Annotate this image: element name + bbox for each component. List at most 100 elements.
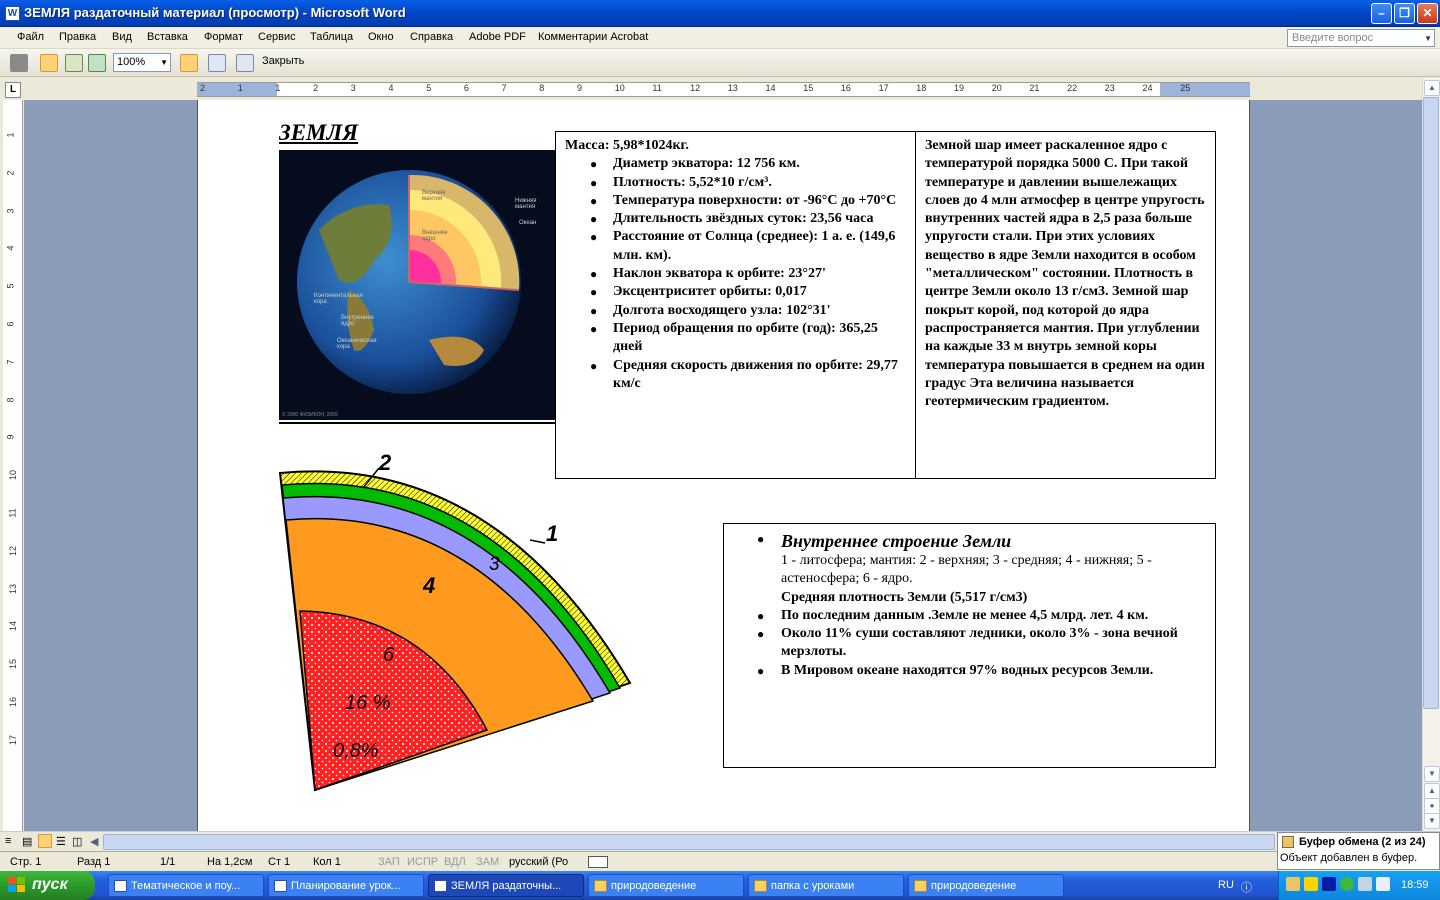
diagram-label-4: 4 (423, 573, 436, 598)
ruler-number: 14 (8, 621, 19, 632)
status-pages: 1/1 (160, 856, 176, 868)
tab-selector[interactable]: L (5, 82, 21, 98)
minimize-button[interactable]: – (1371, 3, 1392, 24)
shrink-to-fit-icon[interactable] (208, 54, 226, 72)
help-question-input[interactable]: Введите вопрос ▼ (1287, 29, 1435, 47)
status-page: Стр. 1 (10, 856, 42, 868)
status-extend[interactable]: ВДЛ (444, 856, 466, 868)
ruler-number: 15 (803, 83, 814, 93)
language-indicator[interactable]: RU (1218, 879, 1234, 891)
zoom-select[interactable]: 100% ▼ (113, 53, 171, 72)
word-doc-icon (274, 880, 287, 892)
web-view-icon[interactable]: ▤ (22, 835, 32, 848)
taskbar-item-word-active[interactable]: ЗЕМЛЯ раздаточны... (428, 874, 584, 897)
maximize-button[interactable]: ❐ (1394, 3, 1415, 24)
select-browse-object-icon[interactable]: ● (1424, 798, 1440, 814)
menu-adobe-pdf[interactable]: Adobe PDF (469, 31, 526, 43)
earth-layers-diagram: 2 1 3 4 6 16 % 0,8% (275, 448, 645, 798)
earth-cutaway-svg (297, 170, 521, 394)
ruler-number: 6 (5, 321, 16, 327)
clipboard-tray-icon[interactable] (1286, 877, 1300, 891)
ruler-number: 3 (5, 208, 16, 214)
taskbar-item-folder[interactable]: природоведение (908, 874, 1064, 897)
print-layout-view-icon[interactable] (38, 834, 52, 848)
close-preview-button[interactable]: Закрыть (262, 55, 304, 67)
menu-view[interactable]: Вид (112, 31, 132, 43)
ruler-number: 8 (539, 83, 545, 93)
scroll-left-icon[interactable]: ◀ (90, 835, 98, 848)
reading-view-icon[interactable]: ◫ (72, 835, 82, 848)
ruler-number: 16 (8, 696, 19, 708)
earth-layers-svg (278, 467, 632, 792)
photo-label-ocean: Океан (519, 220, 537, 226)
one-page-icon[interactable] (65, 54, 83, 72)
taskbar-item-folder[interactable]: природоведение (588, 874, 744, 897)
window-title: ЗЕМЛЯ раздаточный материал (просмотр) - … (24, 5, 406, 20)
menu-insert[interactable]: Вставка (147, 31, 188, 43)
list-item: В Мировом океане находятся 97% водных ре… (757, 662, 1212, 681)
diagram-label-1: 1 (546, 521, 559, 546)
menu-help[interactable]: Справка (410, 31, 453, 43)
ruler-number: 2 (313, 83, 319, 93)
ruler-number: 5 (426, 83, 432, 93)
multiple-pages-icon[interactable] (88, 54, 106, 72)
zoom-value: 100% (117, 56, 146, 68)
menu-file[interactable]: Файл (17, 31, 44, 43)
media-player-icon[interactable] (1322, 877, 1336, 891)
network-icon[interactable] (1340, 877, 1354, 891)
connection-icon[interactable] (1358, 877, 1372, 891)
status-record[interactable]: ЗАП (378, 856, 400, 868)
ruler-number: 12 (8, 545, 19, 556)
ruler-number: 17 (878, 83, 889, 93)
scroll-down-icon[interactable]: ▼ (1424, 766, 1440, 782)
outline-view-icon[interactable]: ☰ (56, 835, 66, 848)
document-title: ЗЕМЛЯ (279, 120, 359, 145)
horizontal-scroll-thumb[interactable] (103, 834, 1275, 850)
ruler-number: 2 (5, 170, 16, 176)
taskbar-item-word[interactable]: Тематическое и поу... (108, 874, 264, 897)
scroll-up-icon[interactable]: ▲ (1424, 80, 1440, 96)
full-screen-icon[interactable] (236, 54, 254, 72)
status-track-changes[interactable]: ИСПР (407, 856, 438, 868)
menu-window[interactable]: Окно (368, 31, 394, 43)
taskbar-item-folder[interactable]: папка с уроками (748, 874, 904, 897)
normal-view-icon[interactable]: ≡ (5, 835, 11, 847)
status-overtype[interactable]: ЗАМ (476, 856, 499, 868)
print-preview-toolbar (0, 49, 1440, 77)
vertical-ruler[interactable]: 1 2 3 4 5 6 7 8 9 10 11 12 13 14 15 16 17 (3, 100, 23, 831)
menu-tools[interactable]: Сервис (258, 31, 296, 43)
list-item: По последним данным .Земле не менее 4,5 … (757, 607, 1212, 626)
task-label: папка с уроками (771, 880, 855, 892)
photo-label-upper-mantle: Верхняя мантия (422, 190, 446, 202)
status-language[interactable]: русский (Ро (509, 856, 568, 868)
previous-page-icon[interactable]: ▲ (1424, 783, 1440, 799)
status-at: На 1,2см (207, 856, 253, 868)
menu-table[interactable]: Таблица (310, 31, 353, 43)
taskbar-item-word[interactable]: Планирование урок... (268, 874, 424, 897)
spelling-check-icon[interactable] (588, 856, 608, 868)
chevron-down-icon[interactable]: ▼ (1424, 34, 1432, 43)
magnifier-icon[interactable] (40, 54, 58, 72)
menu-acrobat-comments[interactable]: Комментарии Acrobat (538, 31, 648, 43)
next-page-icon[interactable]: ▼ (1424, 813, 1440, 829)
ruler-number: 11 (7, 508, 18, 518)
ruler-number: 23 (1104, 83, 1115, 93)
menu-edit[interactable]: Правка (59, 31, 96, 43)
diagram-label-3: 3 (489, 554, 500, 575)
menu-format[interactable]: Формат (204, 31, 243, 43)
close-window-button[interactable]: ✕ (1417, 3, 1438, 24)
vertical-scroll-thumb[interactable] (1423, 97, 1439, 709)
word-app-icon[interactable]: W (5, 6, 20, 21)
view-ruler-icon[interactable] (180, 54, 198, 72)
chevron-down-icon[interactable]: ▼ (160, 58, 168, 67)
ruler-number: 1 (275, 83, 281, 93)
volume-icon[interactable] (1376, 877, 1390, 891)
fact-item: Длительность звёздных суток: 23,56 часа (590, 210, 910, 229)
help-icon[interactable]: ⓘ (1241, 879, 1252, 895)
print-icon[interactable] (10, 54, 28, 72)
fact-item: Эксцентриситет орбиты: 0,017 (590, 283, 910, 302)
shield-icon[interactable] (1304, 877, 1318, 891)
earth-cutaway-image: Верхняя мантия Нижняя мантия Океан Внешн… (279, 150, 555, 420)
fact-item: Долгота восходящего узла: 102°31' (590, 302, 910, 321)
photo-label-oceanic-crust: Океаническая кора (337, 338, 377, 350)
